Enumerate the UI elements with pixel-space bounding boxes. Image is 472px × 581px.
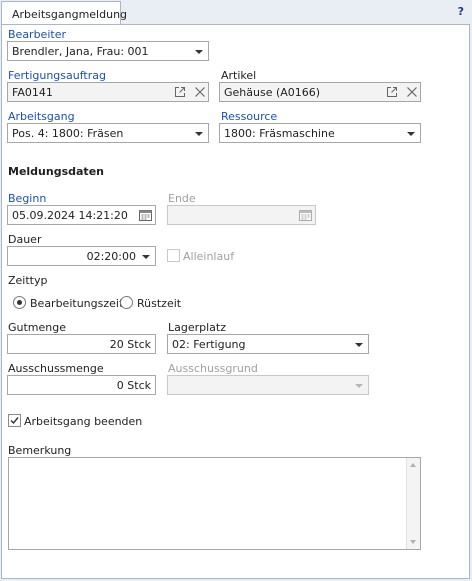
ressource-label: Ressource [221,110,278,123]
gutmenge-field[interactable]: 20 Stck [7,334,156,354]
vertical-scrollbar[interactable] [406,458,420,549]
fertigungsauftrag-label: Fertigungsauftrag [8,69,106,82]
bemerkung-textarea[interactable] [8,457,421,550]
lagerplatz-label: Lagerplatz [168,321,227,334]
scroll-down-icon[interactable] [410,540,416,544]
beginn-datetime-field[interactable]: 05.09.2024 14:21:20 [7,205,156,225]
open-link-icon[interactable] [386,86,398,98]
arbeitsgang-beenden-label[interactable]: Arbeitsgang beenden [24,415,142,428]
gutmenge-label: Gutmenge [8,321,67,334]
tab-label: Arbeitsgangmeldung [12,8,128,21]
chevron-down-icon[interactable] [407,132,415,136]
radio-selected-dot [17,300,22,305]
artikel-value: Gehäuse (A0166) [224,86,321,99]
ressource-dropdown[interactable]: 1800: Fräsmaschine [219,123,421,143]
alleinlauf-checkbox [167,249,180,262]
fertigungsauftrag-value: FA0141 [12,86,53,99]
chevron-down-icon [355,384,363,388]
ende-datetime-field [167,205,316,225]
ausschussgrund-dropdown [167,375,369,395]
arbeitsgang-label: Arbeitsgang [8,110,75,123]
artikel-label: Artikel [221,69,257,82]
tab-bar: Arbeitsgangmeldung ? [0,0,472,24]
chevron-down-icon[interactable] [195,50,203,54]
tab-arbeitsgangmeldung[interactable]: Arbeitsgangmeldung [1,1,127,24]
bearbeiter-dropdown[interactable]: Brendler, Jana, Frau: 001 [7,41,209,61]
zeittyp-label: Zeittyp [8,274,48,287]
arbeitsgang-value: Pos. 4: 1800: Fräsen [12,127,124,140]
arbeitsgang-beenden-checkbox[interactable] [8,414,21,427]
calendar-icon[interactable] [139,209,152,221]
ausschussmenge-field[interactable]: 0 Stck [7,375,156,395]
chevron-down-icon[interactable] [195,132,203,136]
ruestzeit-radio[interactable] [120,296,133,309]
dauer-value: 02:20:00 [86,250,136,263]
ausschussmenge-value: 0 Stck [116,379,151,392]
lagerplatz-dropdown[interactable]: 02: Fertigung [167,334,369,354]
gutmenge-value: 20 Stck [109,338,151,351]
bemerkung-label: Bemerkung [8,444,72,457]
checkmark-icon [10,417,19,425]
artikel-field[interactable]: Gehäuse (A0166) [219,82,421,102]
arbeitsgang-dropdown[interactable]: Pos. 4: 1800: Fräsen [7,123,209,143]
help-button[interactable]: ? [458,5,464,18]
lagerplatz-value: 02: Fertigung [172,338,246,351]
ausschussgrund-label: Ausschussgrund [168,362,258,375]
calendar-icon [299,210,312,221]
dauer-label: Dauer [8,233,42,246]
beginn-value: 05.09.2024 14:21:20 [12,209,128,222]
clear-icon[interactable] [194,86,206,98]
alleinlauf-label: Alleinlauf [183,250,235,263]
chevron-down-icon[interactable] [142,255,150,259]
bearbeitungszeit-label[interactable]: Bearbeitungszeit [30,297,123,310]
beginn-label: Beginn [8,192,47,205]
ressource-value: 1800: Fräsmaschine [224,127,335,140]
fertigungsauftrag-field[interactable]: FA0141 [7,82,209,102]
scroll-up-icon[interactable] [410,463,416,467]
dauer-field[interactable]: 02:20:00 [7,246,156,266]
open-link-icon[interactable] [174,86,186,98]
ruestzeit-label[interactable]: Rüstzeit [137,297,181,310]
bearbeiter-label: Bearbeiter [8,28,66,41]
ausschussmenge-label: Ausschussmenge [8,362,104,375]
ende-label: Ende [168,192,196,205]
form-panel: Bearbeiter Brendler, Jana, Frau: 001 Fer… [1,24,470,579]
bearbeitungszeit-radio[interactable] [13,296,26,309]
chevron-down-icon[interactable] [355,343,363,347]
meldungsdaten-heading: Meldungsdaten [8,165,104,178]
bearbeiter-value: Brendler, Jana, Frau: 001 [12,45,149,58]
clear-icon[interactable] [406,86,418,98]
